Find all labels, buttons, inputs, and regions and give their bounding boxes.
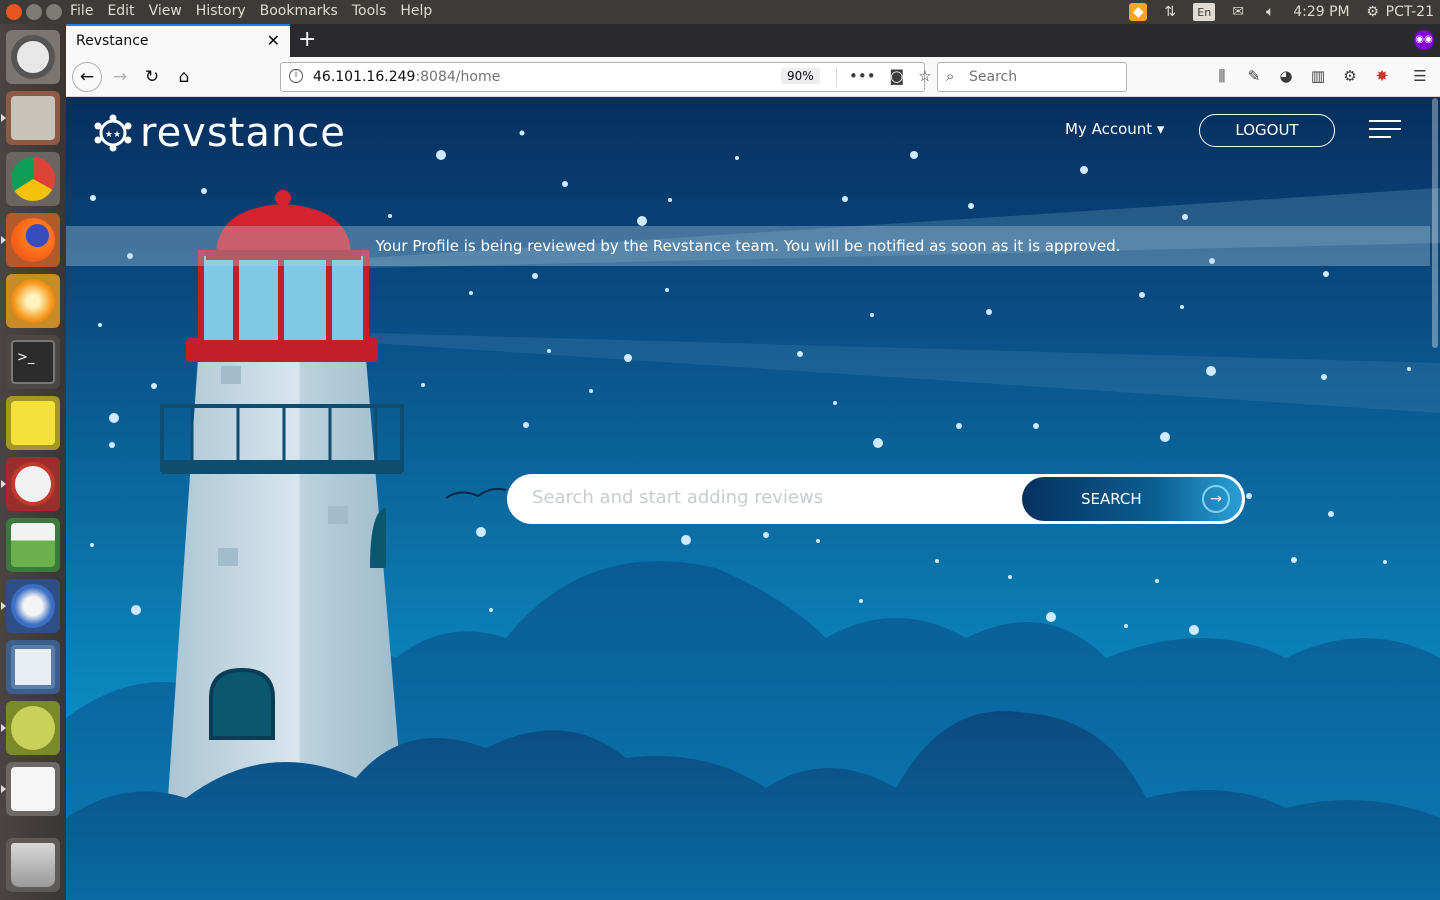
- app-menu-bar: File Edit View History Bookmarks Tools H…: [70, 3, 432, 19]
- url-bar[interactable]: i 46.101.16.249:8084/home 90% ••• ◙ ☆: [280, 62, 932, 92]
- logo-wordmark: revstance: [140, 110, 346, 156]
- tab-title: Revstance: [76, 33, 149, 49]
- hamburger-menu-icon[interactable]: ☰: [1410, 67, 1430, 87]
- light-beam-lower: [371, 333, 1440, 413]
- clock[interactable]: 4:29 PM: [1293, 4, 1349, 20]
- terminal-icon[interactable]: >_: [6, 335, 60, 389]
- home-button[interactable]: ⌂: [170, 63, 198, 91]
- search-button[interactable]: SEARCH →: [1022, 477, 1242, 521]
- extension-gear-icon[interactable]: ⚙: [1340, 67, 1360, 87]
- flame-indicator-icon[interactable]: ◆: [1129, 3, 1148, 21]
- forward-button[interactable]: →: [106, 63, 134, 91]
- search-bar[interactable]: ⌕ Search: [937, 62, 1127, 92]
- url-text[interactable]: 46.101.16.249:8084/home: [313, 69, 500, 85]
- network-arrows-icon[interactable]: ⇅: [1161, 3, 1179, 21]
- svg-text:★★: ★★: [105, 130, 121, 140]
- system-tray: ◆ ⇅ En ✉ 🔈︎ 4:29 PM ⚙ PCT-21: [1129, 0, 1434, 24]
- eyedropper-icon[interactable]: ✎: [1244, 67, 1264, 87]
- menu-edit[interactable]: Edit: [107, 3, 134, 19]
- search-bar-placeholder: Search: [969, 69, 1018, 85]
- document-viewer-icon[interactable]: [6, 457, 60, 511]
- window-close-button[interactable]: [6, 4, 22, 20]
- mail-icon[interactable]: ✉: [1229, 3, 1247, 21]
- spreadsheet-icon[interactable]: [6, 518, 60, 572]
- sticky-notes-icon[interactable]: [6, 396, 60, 450]
- page-scrollbar[interactable]: [1430, 98, 1440, 900]
- burning-tool-icon[interactable]: [6, 274, 60, 328]
- zoom-level-badge[interactable]: 90%: [781, 68, 820, 84]
- web-page: ★★ revstance My Account ▾ LOGOUT Your Pr…: [66, 98, 1440, 900]
- ubuntu-dash-icon[interactable]: [6, 30, 60, 84]
- new-tab-icon[interactable]: +: [298, 27, 316, 52]
- tab-revstance[interactable]: Revstance ✕: [66, 24, 290, 57]
- reload-button[interactable]: ↻: [138, 63, 166, 91]
- menu-file[interactable]: File: [70, 3, 93, 19]
- chrome-icon[interactable]: [6, 152, 60, 206]
- bookmark-star-icon[interactable]: ☆: [918, 67, 931, 85]
- back-button[interactable]: ←: [72, 62, 102, 92]
- revstance-logo[interactable]: ★★ revstance: [94, 110, 346, 156]
- user-name[interactable]: PCT-21: [1386, 4, 1434, 20]
- review-search-form: Search and start adding reviews SEARCH →: [507, 474, 1245, 524]
- site-menu-hamburger-icon[interactable]: [1369, 120, 1401, 140]
- profile-review-notice: Your Profile is being reviewed by the Re…: [66, 226, 1430, 266]
- firefox-icon[interactable]: [6, 213, 60, 267]
- volume-icon[interactable]: 🔈︎: [1261, 3, 1279, 21]
- thunderbird-icon[interactable]: [6, 579, 60, 633]
- review-search-input[interactable]: Search and start adding reviews: [532, 487, 823, 508]
- tab-close-icon[interactable]: ✕: [267, 31, 280, 50]
- files-icon[interactable]: [6, 91, 60, 145]
- page-actions-menu-icon[interactable]: •••: [849, 67, 876, 85]
- color-wheel-icon[interactable]: ◕: [1276, 67, 1296, 87]
- menu-bookmarks[interactable]: Bookmarks: [260, 3, 338, 19]
- menu-view[interactable]: View: [149, 3, 182, 19]
- keyboard-layout-indicator[interactable]: En: [1193, 3, 1216, 21]
- library-icon[interactable]: ⫼: [1212, 67, 1232, 87]
- disk-usage-icon[interactable]: [6, 701, 60, 755]
- menu-help[interactable]: Help: [400, 3, 432, 19]
- search-button-label: SEARCH: [1081, 490, 1142, 508]
- site-info-icon[interactable]: i: [289, 69, 303, 83]
- text-editor-icon[interactable]: [6, 762, 60, 816]
- settings-gear-icon[interactable]: ⚙: [1364, 3, 1382, 21]
- arrow-right-icon: →: [1202, 485, 1230, 513]
- menu-tools[interactable]: Tools: [352, 3, 387, 19]
- menu-history[interactable]: History: [196, 3, 246, 19]
- browser-navigation-bar: ← → ↻ ⌂ i 46.101.16.249:8084/home 90% ••…: [66, 57, 1440, 97]
- logout-button[interactable]: LOGOUT: [1199, 114, 1335, 147]
- trash-icon[interactable]: [6, 838, 60, 892]
- url-bar-divider: [836, 67, 837, 87]
- unity-launcher: >_: [0, 24, 66, 900]
- sidebar-icon[interactable]: ▥: [1308, 67, 1328, 87]
- window-minimize-button[interactable]: [26, 4, 42, 20]
- private-browsing-mask-icon: ◉◉: [1414, 30, 1434, 50]
- search-icon: ⌕: [946, 67, 955, 85]
- image-viewer-icon[interactable]: [6, 640, 60, 694]
- extension-burst-icon[interactable]: ✸: [1372, 67, 1392, 87]
- bird-silhouette: [445, 487, 507, 499]
- system-top-panel: File Edit View History Bookmarks Tools H…: [0, 0, 1440, 24]
- pocket-icon[interactable]: ◙: [890, 67, 905, 85]
- window-maximize-button[interactable]: [46, 4, 62, 20]
- browser-tab-bar: Revstance ✕ + ◉◉: [66, 24, 1440, 57]
- my-account-dropdown[interactable]: My Account ▾: [1065, 120, 1164, 138]
- revstance-logo-icon: ★★: [94, 114, 132, 152]
- scrollbar-thumb[interactable]: [1432, 98, 1438, 348]
